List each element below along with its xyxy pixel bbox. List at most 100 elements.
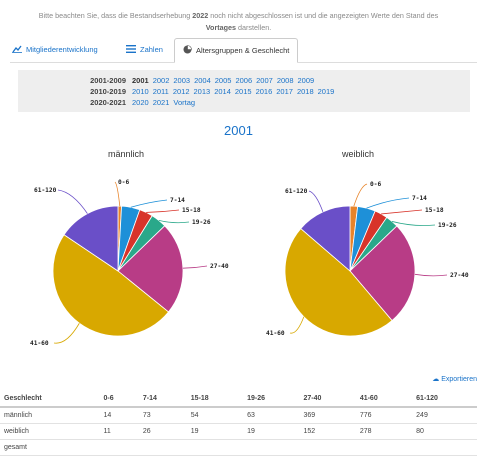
year-link-2011[interactable]: 2011 xyxy=(153,87,169,96)
table-cell xyxy=(186,439,244,456)
pie-label-15-18: 15-18 xyxy=(182,207,201,214)
pie-connector xyxy=(53,323,80,344)
chart-title-maennlich: männlich xyxy=(107,149,145,159)
year-link-2004[interactable]: 2004 xyxy=(194,76,211,85)
pie-connector xyxy=(353,183,368,207)
table-cell: 73 xyxy=(138,407,187,424)
pie-connector xyxy=(366,197,410,209)
column-header[interactable]: Geschlecht xyxy=(0,390,100,408)
pie-connector xyxy=(308,190,324,213)
column-header[interactable]: 0-6 xyxy=(99,390,139,408)
column-header[interactable]: 41-60 xyxy=(355,390,413,408)
year-link-2014[interactable]: 2014 xyxy=(214,87,231,96)
pie-label-0-6: 0-6 xyxy=(370,181,381,188)
table-cell xyxy=(299,439,356,456)
tab-mitgliederentwicklung[interactable]: Mitgliederentwicklung xyxy=(12,38,98,61)
year-link-2001[interactable]: 2001 xyxy=(132,76,149,85)
year-link-2005[interactable]: 2005 xyxy=(215,76,232,85)
table-cell: 11 xyxy=(99,423,139,440)
year-link-2016[interactable]: 2016 xyxy=(256,87,273,96)
table-row: männlich 14 73 54 63 369 776 249 xyxy=(0,407,477,424)
pie-connector xyxy=(57,189,88,214)
pie-label-27-40: 27-40 xyxy=(450,272,469,279)
pie-connector xyxy=(182,265,208,269)
pie-label-19-26: 19-26 xyxy=(192,219,211,226)
year-link-2018[interactable]: 2018 xyxy=(297,87,314,96)
table-cell: 278 xyxy=(355,423,413,440)
data-table: Geschlecht 0-6 7-14 15-18 19-26 27-40 41-60 61-… xyxy=(0,390,477,456)
pie-label-61-120: 61-120 xyxy=(285,188,308,195)
table-cell: 776 xyxy=(355,407,413,424)
column-header[interactable]: 19-26 xyxy=(243,390,300,408)
table-cell: 369 xyxy=(299,407,356,424)
chart-title-weiblich: weiblich xyxy=(341,149,374,159)
pie-label-15-18: 15-18 xyxy=(425,207,444,214)
line-chart-icon xyxy=(12,45,22,55)
table-cell: 26 xyxy=(138,423,187,440)
pie-label-41-60: 41-60 xyxy=(30,340,49,347)
pie-connector xyxy=(146,209,180,213)
list-icon xyxy=(126,44,136,55)
pie-charts: 0-6 7-14 15-18 19-26 27-40 41-60 61-120 0-6 7-14… xyxy=(30,179,469,347)
notice-text: Bitte beachten Sie, dass die Bestandserh… xyxy=(38,11,439,32)
table-cell: weiblich xyxy=(0,423,100,440)
pie-connector xyxy=(414,273,448,277)
pie-label-0-6: 0-6 xyxy=(118,179,129,186)
year-link-vortag[interactable]: Vortag xyxy=(173,98,195,107)
tab-altersgruppen-geschlecht[interactable]: Altersgruppen & Geschlecht xyxy=(174,38,299,63)
year-link-2019[interactable]: 2019 xyxy=(318,87,335,96)
pie-label-61-120: 61-120 xyxy=(34,187,57,194)
table-cell xyxy=(412,439,477,456)
table-cell: 63 xyxy=(243,407,300,424)
year-link-2015[interactable]: 2015 xyxy=(235,87,252,96)
pie-label-27-40: 27-40 xyxy=(210,263,229,270)
pie-label-41-60: 41-60 xyxy=(266,330,285,337)
pie-label-7-14: 7-14 xyxy=(170,197,185,204)
pie-chart-icon xyxy=(183,45,192,56)
table-cell: 19 xyxy=(186,423,244,440)
column-header[interactable]: 15-18 xyxy=(186,390,244,408)
table-cell: 14 xyxy=(99,407,139,424)
year-link-2012[interactable]: 2012 xyxy=(173,87,190,96)
year-link-2008[interactable]: 2008 xyxy=(277,76,294,85)
pie-connector xyxy=(381,209,423,215)
table-cell: 19 xyxy=(243,423,300,440)
column-header[interactable]: 7-14 xyxy=(138,390,187,408)
year-link-2020[interactable]: 2020 xyxy=(132,98,149,107)
year-link-2017[interactable]: 2017 xyxy=(276,87,293,96)
table-cell xyxy=(138,439,187,456)
year-link-2009[interactable]: 2009 xyxy=(298,76,315,85)
year-link-2021[interactable]: 2021 xyxy=(153,98,170,107)
table-cell xyxy=(243,439,300,456)
export-button[interactable]: ☁ Exportieren xyxy=(432,375,477,383)
year-link-2006[interactable]: 2006 xyxy=(235,76,252,85)
year-selector: 2001-2009 2001 2002 2003 2004 2005 2006 2007 20… xyxy=(18,70,470,112)
selected-year-title: 2001 xyxy=(224,123,253,138)
pie-connector xyxy=(289,316,305,334)
column-header[interactable]: 61-120 xyxy=(412,390,477,408)
year-link-2010[interactable]: 2010 xyxy=(132,87,149,96)
year-link-2013[interactable]: 2013 xyxy=(194,87,211,96)
table-cell: 54 xyxy=(186,407,244,424)
table-row: weiblich 11 26 19 19 152 278 80 xyxy=(0,423,477,440)
year-link-2003[interactable]: 2003 xyxy=(173,76,190,85)
table-cell: 249 xyxy=(412,407,477,424)
table-cell: gesamt xyxy=(0,439,100,456)
table-cell: 152 xyxy=(299,423,356,440)
year-link-2002[interactable]: 2002 xyxy=(153,76,170,85)
column-header[interactable]: 27-40 xyxy=(299,390,356,408)
year-link-2007[interactable]: 2007 xyxy=(256,76,273,85)
tab-zahlen[interactable]: Zahlen xyxy=(126,38,163,61)
table-cell: 80 xyxy=(412,423,477,440)
pie-label-19-26: 19-26 xyxy=(438,222,457,229)
pie-connector xyxy=(130,199,168,208)
table-row: gesamt xyxy=(0,439,477,456)
pie-label-7-14: 7-14 xyxy=(412,195,427,202)
pie-connector xyxy=(158,219,190,224)
tab-bar: Mitgliederentwicklung Zahlen Altersgrupp… xyxy=(10,38,477,63)
pie-connector xyxy=(391,221,436,226)
table-cell xyxy=(355,439,413,456)
table-cell: männlich xyxy=(0,407,100,424)
cloud-download-icon: ☁ xyxy=(432,376,440,383)
table-cell xyxy=(99,439,139,456)
